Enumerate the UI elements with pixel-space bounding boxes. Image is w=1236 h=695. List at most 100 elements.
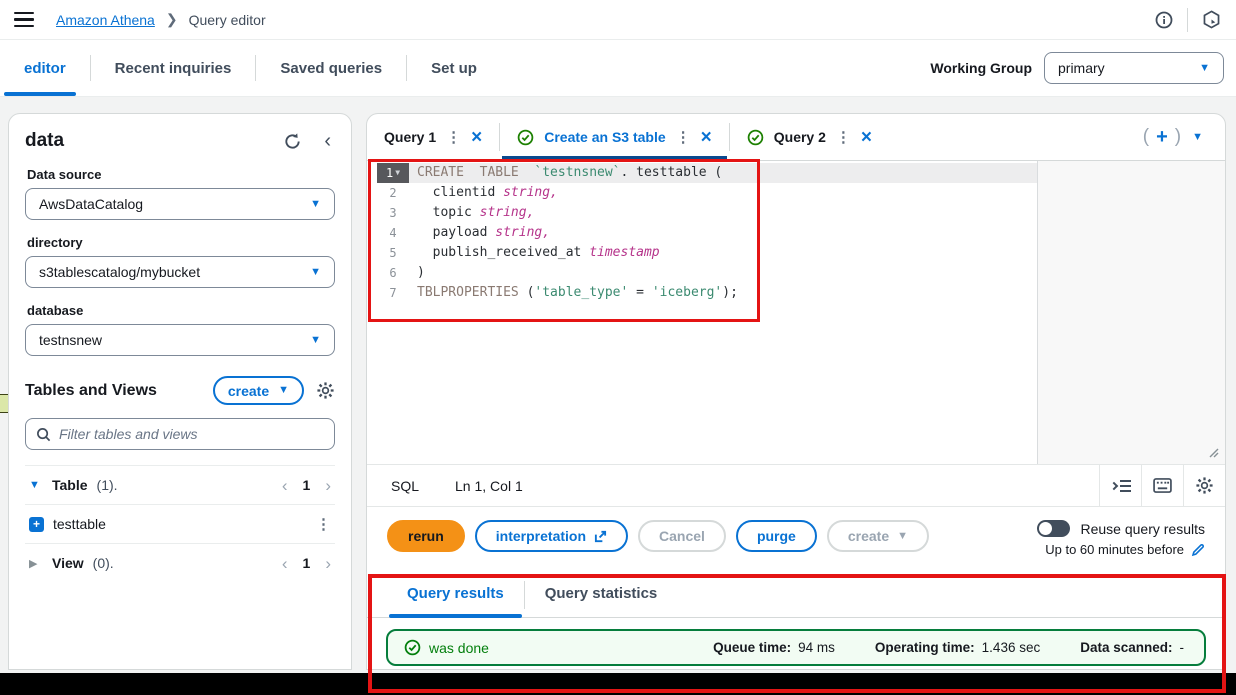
database-label: database (27, 303, 333, 318)
hexagon-badge-icon[interactable] (1200, 9, 1222, 31)
purge-button[interactable]: purge (736, 520, 817, 552)
table-name: testtable (53, 516, 106, 532)
refresh-icon[interactable] (283, 132, 302, 151)
line-number: 4 (377, 223, 409, 243)
tab-recent-inquiries[interactable]: Recent inquiries (91, 40, 256, 96)
reuse-toggle-label: Reuse query results (1080, 521, 1205, 537)
check-circle-icon (404, 639, 421, 656)
kebab-menu-icon[interactable]: ⋮ (836, 128, 851, 146)
close-icon[interactable]: × (861, 128, 872, 147)
reuse-query-results-toggle[interactable] (1037, 520, 1070, 537)
code-pane: 1▼ CREATE TABLE `testnsnew`. testtable (… (367, 161, 1038, 464)
caret-down-icon: ▼ (310, 335, 321, 346)
check-circle-icon (517, 129, 534, 146)
caret-down-icon: ▼ (1199, 63, 1210, 74)
line-number: 6 (377, 263, 409, 283)
interpretation-button[interactable]: interpretation (475, 520, 628, 552)
metric-operating-time: Operating time: 1.436 sec (875, 640, 1040, 655)
kebab-menu-icon[interactable]: ⋮ (446, 128, 461, 146)
database-select[interactable]: testnsnew ▼ (25, 324, 335, 356)
triangle-right-icon[interactable]: ▶ (29, 557, 43, 570)
content-area: data ‹ Data source AwsDataCatalog ▼ dire… (0, 97, 1236, 673)
triangle-down-icon[interactable]: ▼ (29, 479, 43, 491)
view-group-row[interactable]: ▶ View (0). ‹ 1 › (25, 543, 335, 582)
query-tab-1[interactable]: Query 1 ⋮ × (367, 114, 499, 160)
tab-saved-queries[interactable]: Saved queries (256, 40, 406, 96)
kebab-menu-icon[interactable]: ⋮ (676, 128, 691, 146)
language-label: SQL (391, 478, 419, 494)
hamburger-menu-icon[interactable] (14, 12, 34, 28)
caret-down-icon: ▼ (310, 267, 321, 278)
kebab-menu-icon[interactable]: ⋮ (316, 515, 331, 533)
editor-side-panel (1037, 161, 1225, 464)
caret-down-icon: ▼ (278, 385, 289, 396)
chevron-right-icon[interactable]: › (325, 477, 331, 494)
gear-icon[interactable] (316, 381, 335, 400)
page-number: 1 (303, 477, 311, 493)
close-icon[interactable]: × (471, 128, 482, 147)
data-source-select[interactable]: AwsDataCatalog ▼ (25, 188, 335, 220)
query-status-banner: was done Queue time: 94 ms Operating tim… (386, 629, 1206, 666)
cursor-position: Ln 1, Col 1 (455, 478, 523, 494)
add-query-button[interactable]: + (1156, 127, 1168, 147)
create-button[interactable]: create ▼ (213, 376, 304, 405)
data-source-label: Data source (27, 167, 333, 182)
table-group-row[interactable]: ▼ Table (1). ‹ 1 › (25, 465, 335, 504)
external-link-icon (594, 530, 607, 543)
tab-query-statistics[interactable]: Query statistics (525, 585, 678, 617)
filter-tables-input[interactable]: Filter tables and views (25, 418, 335, 450)
tab-query-results[interactable]: Query results (387, 585, 524, 617)
results-tab-bar: Query results Query statistics (367, 575, 1225, 618)
line-number: 1▼ (377, 163, 409, 183)
tab-editor[interactable]: editor (0, 40, 90, 96)
chevron-left-icon[interactable]: ‹ (282, 555, 288, 572)
breadcrumb-app-link[interactable]: Amazon Athena (56, 12, 155, 28)
query-tab-2[interactable]: Query 2 ⋮ × (730, 114, 889, 160)
close-icon[interactable]: × (701, 128, 712, 147)
caret-down-icon[interactable]: ▼ (1192, 132, 1203, 143)
topbar-divider (1187, 8, 1188, 32)
tables-and-views-title: Tables and Views (25, 382, 201, 400)
info-icon[interactable] (1153, 9, 1175, 31)
bottom-black-bar (0, 673, 1236, 695)
table-row-testtable[interactable]: + testtable ⋮ (25, 504, 335, 543)
working-group-label: Working Group (930, 60, 1032, 76)
format-query-icon[interactable] (1099, 465, 1141, 506)
action-bar: rerun interpretation Cancel purge create… (367, 507, 1225, 566)
chevron-right-icon[interactable]: › (325, 555, 331, 572)
edit-pencil-icon[interactable] (1191, 543, 1205, 557)
directory-select[interactable]: s3tablescatalog/mybucket ▼ (25, 256, 335, 288)
working-group-select[interactable]: primary ▼ (1044, 52, 1224, 84)
line-number: 5 (377, 243, 409, 263)
query-tab-create-s3-table[interactable]: Create an S3 table ⋮ × (500, 114, 729, 160)
create-dropdown-button[interactable]: create ▼ (827, 520, 929, 552)
chevron-left-icon[interactable]: ‹ (282, 477, 288, 494)
collapse-panel-icon[interactable]: ‹ (324, 131, 331, 151)
nav-tab-bar: editor Recent inquiries Saved queries Se… (0, 40, 1236, 97)
status-message: was done (429, 640, 489, 656)
sql-code-editor[interactable]: 1▼ CREATE TABLE `testnsnew`. testtable (… (367, 161, 1225, 464)
line-number: 3 (377, 203, 409, 223)
query-tab-bar: Query 1 ⋮ × Create an S3 table ⋮ × Query… (367, 114, 1225, 161)
data-panel-title: data (25, 130, 283, 152)
caret-down-icon: ▼ (897, 530, 908, 542)
query-editor-panel: Query 1 ⋮ × Create an S3 table ⋮ × Query… (366, 113, 1226, 670)
check-circle-icon (747, 129, 764, 146)
caret-down-icon: ▼ (310, 199, 321, 210)
search-icon (36, 427, 51, 442)
page-number: 1 (303, 555, 311, 571)
rerun-button[interactable]: rerun (387, 520, 465, 552)
gear-icon[interactable] (1183, 465, 1225, 506)
tab-set-up[interactable]: Set up (407, 40, 501, 96)
top-bar: Amazon Athena ❯ Query editor (0, 0, 1236, 40)
line-number: 7 (377, 283, 409, 303)
keyboard-shortcuts-icon[interactable] (1141, 465, 1183, 506)
reuse-subtext: Up to 60 minutes before (1045, 542, 1184, 557)
fold-icon[interactable]: ▼ (395, 163, 400, 183)
data-panel: data ‹ Data source AwsDataCatalog ▼ dire… (8, 113, 352, 670)
directory-label: directory (27, 235, 333, 250)
filter-placeholder: Filter tables and views (59, 426, 198, 442)
cancel-button[interactable]: Cancel (638, 520, 726, 552)
metric-data-scanned: Data scanned: - (1080, 640, 1184, 655)
resize-handle-icon[interactable] (1207, 446, 1219, 458)
